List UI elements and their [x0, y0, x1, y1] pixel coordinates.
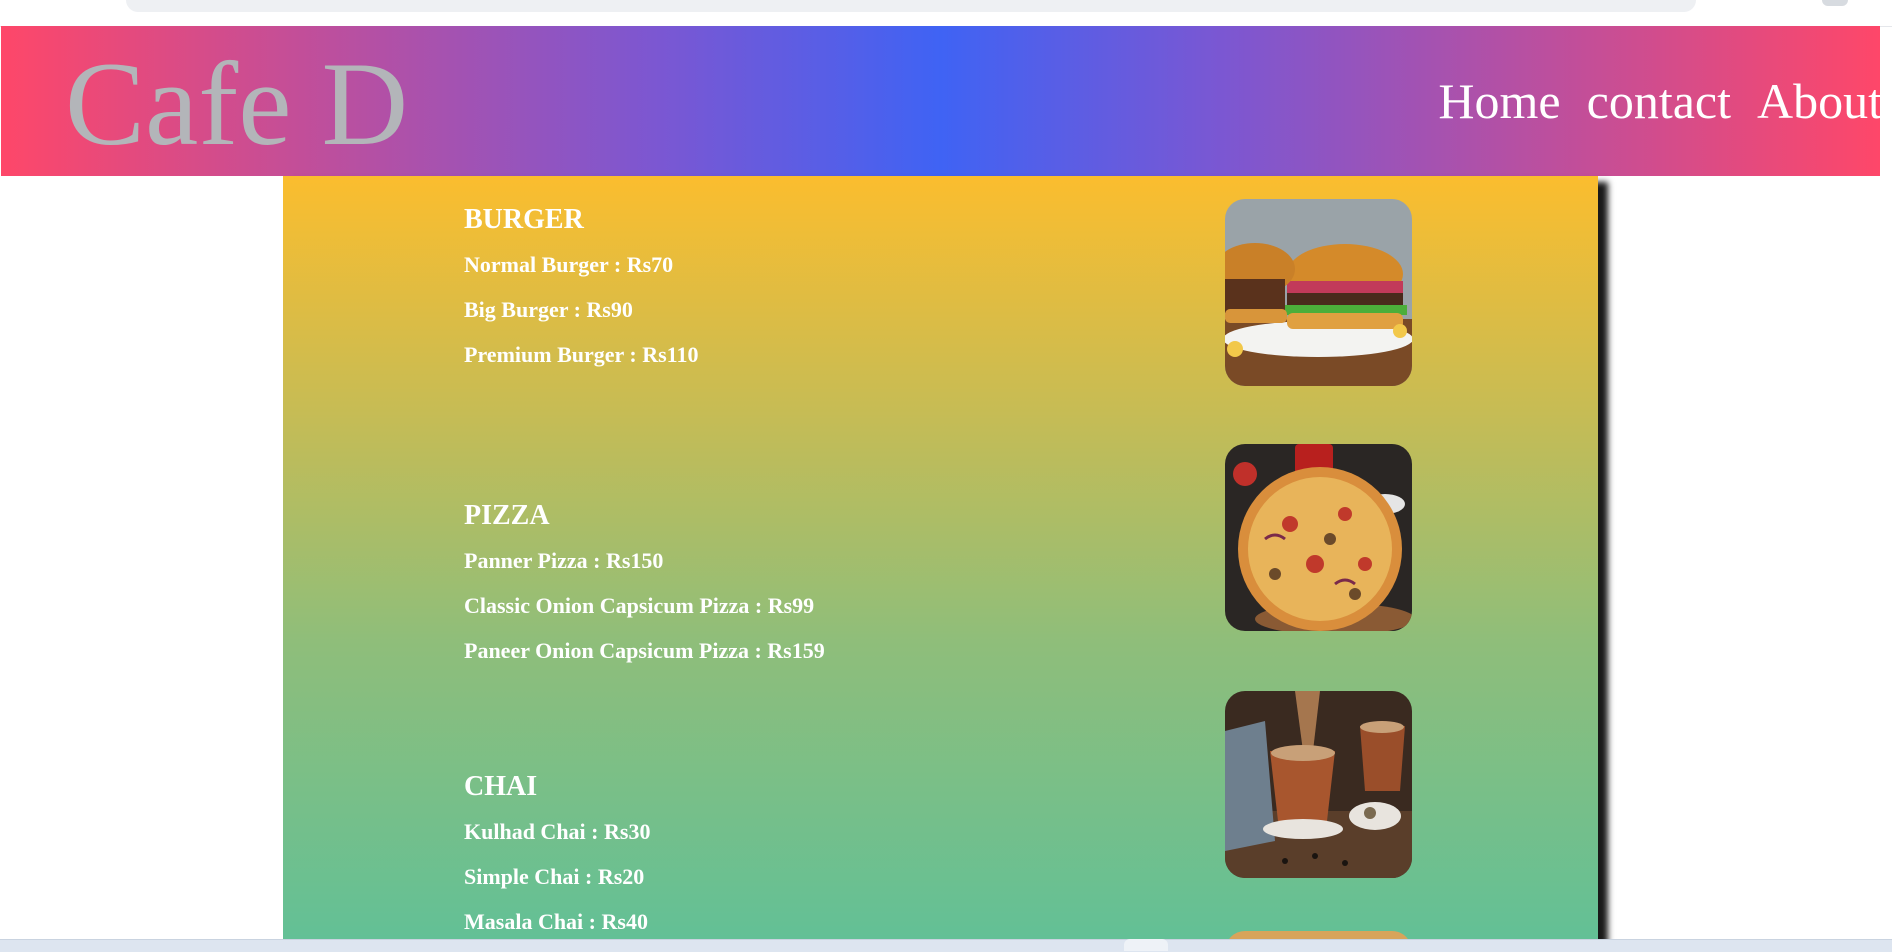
menu-item: Kulhad Chai : Rs30	[464, 819, 651, 844]
browser-toolbar	[0, 0, 1892, 27]
section-title: PIZZA	[464, 500, 550, 531]
nav-link-home[interactable]: Home	[1438, 74, 1560, 129]
taskbar-tab[interactable]	[1124, 939, 1168, 951]
nav-links: Home contact About	[1438, 74, 1882, 129]
section-title: BURGER	[464, 204, 584, 235]
menu-item: Normal Burger : Rs70	[464, 252, 674, 277]
menu-item: Panner Pizza : Rs150	[464, 548, 664, 573]
section-title: CHAI	[464, 771, 538, 802]
menu-item: Premium Burger : Rs110	[464, 342, 699, 367]
navbar: Cafe D Home contact About	[1, 26, 1882, 176]
menu-section-burger: BURGER Normal Burger : Rs70 Big Burger :…	[464, 206, 1164, 389]
taskbar	[0, 939, 1892, 952]
nav-link-contact[interactable]: contact	[1587, 74, 1731, 129]
pizza-photo	[1225, 444, 1412, 631]
menu-section-chai: CHAI Kulhad Chai : Rs30 Simple Chai : Rs…	[464, 773, 1164, 951]
burger-photo	[1225, 199, 1412, 386]
chai-photo	[1225, 691, 1412, 878]
menu-item: Simple Chai : Rs20	[464, 864, 645, 889]
menu-item: Big Burger : Rs90	[464, 297, 633, 322]
profile-icon[interactable]	[1822, 0, 1848, 6]
menu-item: Masala Chai : Rs40	[464, 909, 648, 934]
menu-item: Classic Onion Capsicum Pizza : Rs99	[464, 593, 815, 618]
brand-logo[interactable]: Cafe D	[65, 44, 408, 164]
address-bar[interactable]	[126, 0, 1696, 12]
menu-section-pizza: PIZZA Panner Pizza : Rs150 Classic Onion…	[464, 502, 1164, 685]
menu-panel: BURGER Normal Burger : Rs70 Big Burger :…	[283, 176, 1598, 951]
menu-item: Paneer Onion Capsicum Pizza : Rs159	[464, 638, 825, 663]
nav-link-about[interactable]: About	[1757, 74, 1882, 129]
